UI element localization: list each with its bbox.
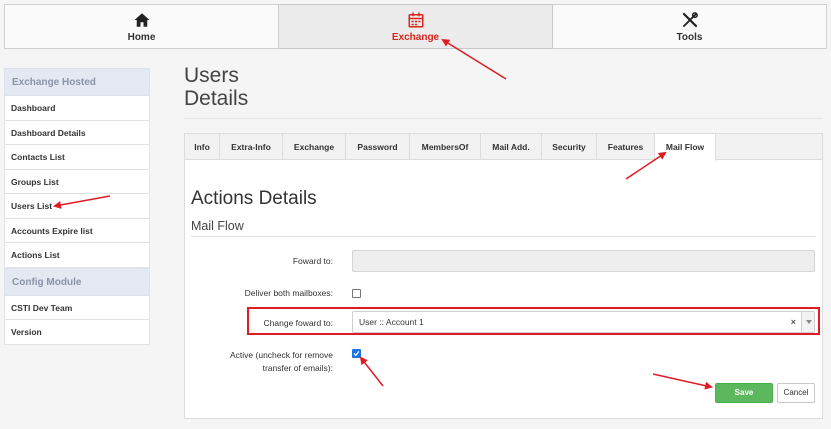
tab-bar: Info Extra-Info Exchange Password Member… [185, 134, 822, 161]
tab-extra-info[interactable]: Extra-Info [220, 134, 283, 160]
cancel-button[interactable]: Cancel [777, 383, 815, 403]
sidebar-item-dashboard-details[interactable]: Dashboard Details [4, 120, 150, 145]
active-label: Active (uncheck for remove transfer of e… [205, 349, 333, 375]
tab-mail-flow[interactable]: Mail Flow [655, 134, 716, 161]
deliver-both-label: Deliver both mailboxes: [244, 288, 333, 298]
tools-icon [682, 11, 698, 27]
page-title-line1: Users [184, 64, 239, 87]
page-title-line2: Details [184, 87, 249, 110]
deliver-both-checkbox[interactable] [352, 289, 361, 298]
tab-membersof[interactable]: MembersOf [410, 134, 481, 160]
tab-password[interactable]: Password [346, 134, 410, 160]
nav-tools-label: Tools [676, 31, 703, 43]
sidebar-item-actions-list[interactable]: Actions List [4, 243, 150, 268]
section-title: Actions Details [191, 188, 317, 209]
sidebar-section-exchange-hosted: Exchange Hosted [4, 68, 150, 96]
change-forward-value: User :: Account 1 [359, 317, 424, 327]
details-panel: Info Extra-Info Exchange Password Member… [184, 133, 823, 419]
tab-security[interactable]: Security [542, 134, 597, 160]
sidebar-item-contacts-list[interactable]: Contacts List [4, 145, 150, 170]
nav-exchange[interactable]: Exchange [279, 4, 553, 49]
calendar-icon [408, 12, 423, 27]
sidebar-item-dashboard[interactable]: Dashboard [4, 96, 150, 121]
sidebar-item-csti-dev-team[interactable]: CSTI Dev Team [4, 295, 150, 320]
change-forward-select[interactable]: User :: Account 1 × [352, 311, 815, 333]
section-subtitle: Mail Flow [191, 219, 244, 233]
active-checkbox[interactable] [352, 349, 361, 358]
sidebar-item-version[interactable]: Version [4, 320, 150, 345]
nav-home-label: Home [127, 31, 156, 43]
subtitle-divider [191, 236, 816, 237]
save-button[interactable]: Save [715, 383, 773, 403]
page-title: Users Details [184, 64, 248, 110]
nav-tools[interactable]: Tools [553, 4, 827, 49]
nav-exchange-label: Exchange [391, 31, 440, 43]
home-icon [134, 12, 149, 27]
nav-home[interactable]: Home [4, 4, 279, 49]
active-label-line1: Active (uncheck for remove [230, 350, 333, 360]
active-label-line2: transfer of emails): [262, 363, 333, 373]
checkmark-icon [353, 351, 360, 357]
sidebar-item-accounts-expire-list[interactable]: Accounts Expire list [4, 218, 150, 243]
forward-to-label: Foward to: [292, 256, 333, 266]
tab-mail-add[interactable]: Mail Add. [481, 134, 542, 160]
tab-exchange[interactable]: Exchange [283, 134, 346, 160]
title-divider [184, 118, 823, 119]
sidebar: Exchange Hosted Dashboard Dashboard Deta… [4, 68, 150, 345]
chevron-down-icon[interactable] [801, 312, 814, 332]
clear-icon[interactable]: × [791, 312, 796, 332]
sidebar-item-groups-list[interactable]: Groups List [4, 169, 150, 194]
sidebar-item-users-list[interactable]: Users List [4, 194, 150, 219]
change-forward-label: Change foward to: [263, 318, 333, 328]
forward-to-input[interactable] [352, 250, 815, 272]
top-navigation: Home Exchange Tools [4, 4, 827, 49]
tab-features[interactable]: Features [597, 134, 655, 160]
sidebar-section-config-module: Config Module [4, 267, 150, 296]
tab-info[interactable]: Info [185, 134, 220, 160]
